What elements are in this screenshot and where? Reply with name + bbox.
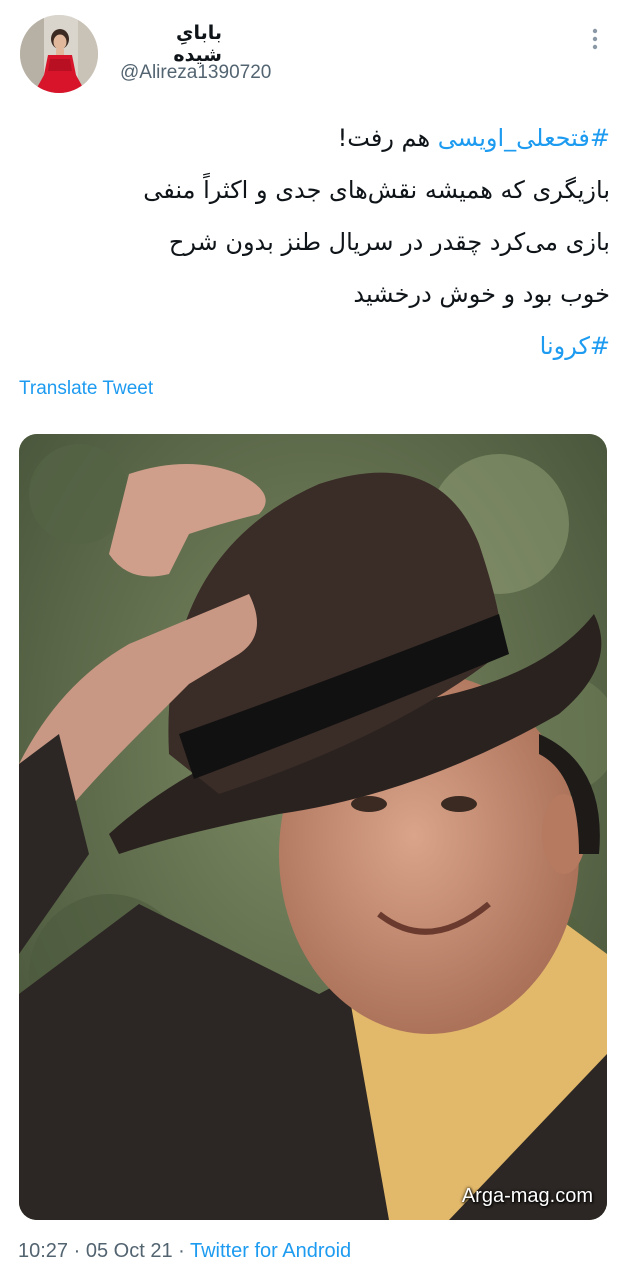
tweet-line-4: خوب بود و خوش درخشید <box>353 280 610 308</box>
hashtag-link[interactable]: #فتحعلی_اویسی <box>438 124 610 152</box>
display-name[interactable]: باباىِ شیده <box>122 22 222 66</box>
meta-separator: · <box>172 1240 190 1262</box>
more-vertical-icon[interactable] <box>583 24 607 54</box>
tweet-line-text: هم رفت! <box>337 124 438 152</box>
avatar-image <box>20 15 98 93</box>
tweet-date[interactable]: 05 Oct 21 <box>86 1240 173 1262</box>
user-handle[interactable]: @Alireza1390720 <box>120 62 271 84</box>
source-app-link[interactable]: Twitter for Android <box>190 1240 351 1262</box>
tweet-header: باباىِ شیده @Alireza1390720 <box>0 0 626 110</box>
tweet-line-1: #فتحعلی_اویسی هم رفت! <box>18 112 610 164</box>
tweet-text: #فتحعلی_اویسی هم رفت! بازیگری که همیشه ن… <box>18 112 610 372</box>
tweet-time[interactable]: 10:27 <box>18 1240 68 1262</box>
tweet-photo[interactable]: Arga-mag.com <box>19 434 607 1220</box>
translate-tweet-link[interactable]: Translate Tweet <box>19 378 153 400</box>
avatar[interactable] <box>20 15 98 93</box>
tweet-line-2: بازیگری که همیشه نقش‌های جدی و اکثراً من… <box>143 176 610 204</box>
tweet-meta: 10:27 · 05 Oct 21 · Twitter for Android <box>18 1240 351 1263</box>
hashtag-link[interactable]: #کرونا <box>540 332 610 360</box>
tweet-line-3: بازی می‌کرد چقدر در سریال طنز بدون شرح <box>168 228 610 256</box>
photo-watermark: Arga-mag.com <box>461 1185 593 1207</box>
tweet-line-5: #کرونا <box>18 320 610 372</box>
meta-separator: · <box>68 1240 86 1262</box>
photo-man-in-hat <box>19 434 607 1220</box>
